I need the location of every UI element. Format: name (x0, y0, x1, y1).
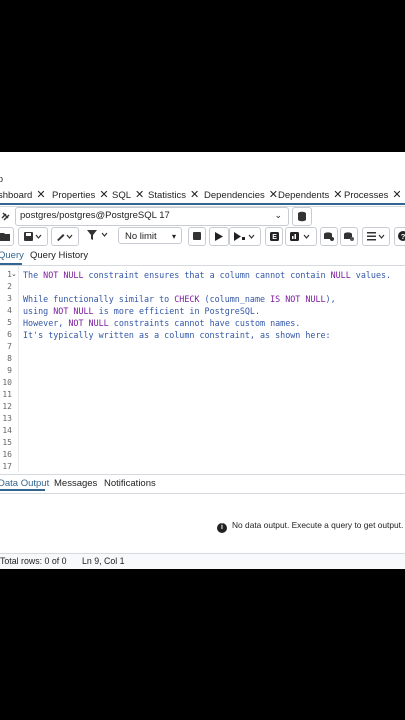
active-tab-indicator (0, 203, 405, 205)
status-bar: Total rows: 0 of 0 Ln 9, Col 1 (0, 553, 405, 569)
save-file-icon[interactable] (18, 227, 48, 246)
line-number: 17 (2, 462, 12, 471)
execute-icon[interactable] (209, 227, 229, 246)
filter-icon[interactable] (82, 227, 114, 244)
no-data-message: i No data output. Execute a query to get … (217, 520, 403, 533)
database-icon[interactable] (292, 207, 312, 226)
line-number: 14 (2, 426, 12, 435)
tab-label: shboard (0, 190, 33, 201)
edit-pen-icon[interactable] (51, 227, 79, 246)
output-tab-bar: Data Output Messages Notifications (0, 474, 405, 494)
tab-messages[interactable]: Messages (54, 478, 97, 489)
line-number: 3 (7, 294, 12, 303)
query-toolbar: No limit ▾ E ? (0, 226, 405, 246)
line-number: 2 (7, 282, 12, 291)
chevron-down-icon: ⌄ (274, 210, 282, 220)
code-line: The NOT NULL constraint ensures that a c… (23, 270, 392, 280)
tab-label: Properties (52, 190, 96, 201)
tab-query-history[interactable]: Query History (30, 250, 88, 261)
close-icon[interactable]: ✕ (392, 189, 401, 201)
caret-down-icon: ▾ (171, 232, 176, 241)
line-number: 6 (7, 330, 12, 339)
info-icon: i (217, 523, 227, 533)
row-limit-value: No limit (125, 231, 157, 242)
execute-options-icon[interactable] (229, 227, 261, 246)
close-icon[interactable]: ✕ (269, 189, 278, 201)
line-number: 16 (2, 450, 12, 459)
tab-notifications[interactable]: Notifications (104, 478, 156, 489)
active-output-tab-indicator (0, 489, 45, 491)
tab-label: Dependents (278, 190, 330, 201)
code-line: It's typically written as a column const… (23, 330, 331, 340)
line-number: 4 (7, 306, 12, 315)
svg-text:?: ? (401, 232, 405, 241)
connection-link-icon[interactable] (0, 209, 12, 223)
line-number: 15 (2, 438, 12, 447)
tab-label: SQL (112, 190, 132, 201)
line-number: 10 (2, 378, 12, 387)
tab-query[interactable]: Query (0, 250, 24, 261)
line-number: 11 (2, 390, 12, 399)
tab-data-output[interactable]: Data Output (0, 478, 49, 489)
editor-subtabs: Query Query History (0, 248, 405, 266)
close-icon[interactable]: ✕ (135, 189, 144, 201)
active-subtab-indicator (0, 263, 22, 265)
code-line: While functionally similar to CHECK (col… (23, 294, 336, 304)
commit-icon[interactable] (320, 227, 338, 246)
connection-select[interactable]: postgres/postgres@PostgreSQL 17 ⌄ (15, 207, 289, 226)
tab-label: Dependencies (204, 190, 265, 201)
rollback-icon[interactable] (340, 227, 358, 246)
code-line: using NOT NULL is more efficient in Post… (23, 306, 261, 316)
close-icon[interactable]: ✕ (36, 189, 45, 201)
code-line: However, NOT NULL constraints cannot hav… (23, 318, 301, 328)
no-data-text: No data output. Execute a query to get o… (232, 520, 404, 530)
explain-analyze-icon[interactable] (285, 227, 317, 246)
line-number: 5 (7, 318, 12, 327)
close-icon[interactable]: ✕ (190, 189, 199, 201)
cursor-position: Ln 9, Col 1 (82, 556, 125, 566)
connection-bar: postgres/postgres@PostgreSQL 17 ⌄ (0, 206, 405, 226)
total-rows: Total rows: 0 of 0 (0, 556, 67, 566)
stop-icon[interactable] (188, 227, 206, 246)
line-number: 8 (7, 354, 12, 363)
row-limit-select[interactable]: No limit ▾ (118, 227, 182, 244)
help-icon[interactable]: ? (394, 227, 405, 246)
fold-chevron-icon[interactable]: ⌄ (11, 270, 17, 278)
line-number-gutter: 1 ⌄ 2 3 4 5 6 7 8 9 10 11 12 13 14 15 16… (0, 266, 19, 472)
line-number: 12 (2, 402, 12, 411)
svg-text:E: E (272, 234, 277, 241)
close-icon[interactable]: ✕ (99, 189, 108, 201)
macros-icon[interactable] (362, 227, 390, 246)
line-number: 9 (7, 366, 12, 375)
close-icon[interactable]: ✕ (333, 189, 342, 201)
open-file-icon[interactable] (0, 227, 14, 246)
line-number: 7 (7, 342, 12, 351)
explain-icon[interactable]: E (265, 227, 283, 246)
connection-value: postgres/postgres@PostgreSQL 17 (20, 210, 170, 221)
line-number: 13 (2, 414, 12, 423)
sql-editor[interactable]: 1 ⌄ 2 3 4 5 6 7 8 9 10 11 12 13 14 15 16… (0, 266, 405, 472)
tab-label: Processes (344, 190, 389, 201)
breadcrumb: p (0, 174, 4, 184)
tab-label: Statistics (148, 190, 187, 201)
